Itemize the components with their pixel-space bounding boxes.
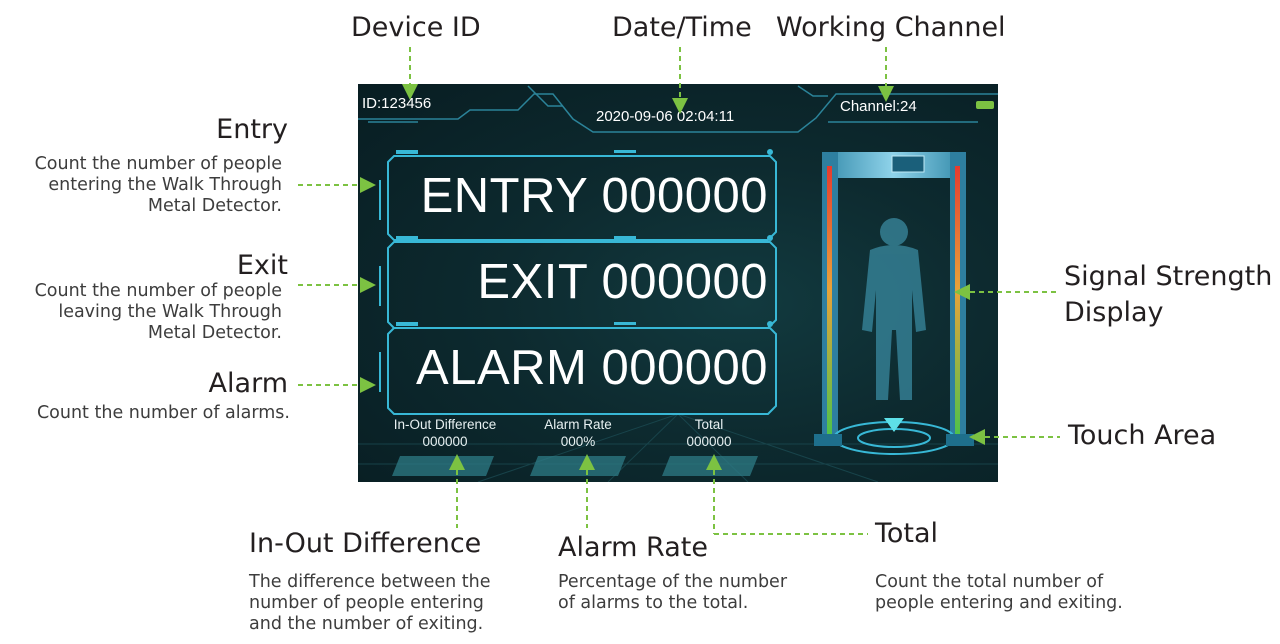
callout-entry-desc: Count the number of people entering the … — [34, 154, 282, 216]
callout-signal-strength: Signal Strength Display — [1064, 261, 1273, 328]
callout-device-id: Device ID — [351, 12, 481, 43]
callout-total-desc: Count the total number of people enterin… — [875, 572, 1123, 613]
callout-touch-area: Touch Area — [1068, 420, 1217, 451]
callout-alarm-desc: Count the number of alarms. — [36, 403, 290, 423]
callout-in-out-difference-title: In-Out Difference — [249, 528, 482, 559]
callout-entry-title: Entry — [216, 114, 288, 145]
callout-alarm-rate-title: Alarm Rate — [558, 532, 708, 563]
callout-date-time: Date/Time — [612, 12, 752, 43]
callout-in-out-difference-desc: The difference between the number of peo… — [249, 572, 491, 634]
callout-total-title: Total — [875, 518, 939, 549]
callout-exit-title: Exit — [236, 250, 288, 281]
callout-alarm-rate-desc: Percentage of the number of alarms to th… — [558, 572, 788, 613]
callout-working-channel: Working Channel — [776, 12, 1006, 43]
callout-exit-desc: Count the number of people leaving the W… — [34, 281, 282, 343]
callout-alarm-title: Alarm — [208, 368, 288, 399]
